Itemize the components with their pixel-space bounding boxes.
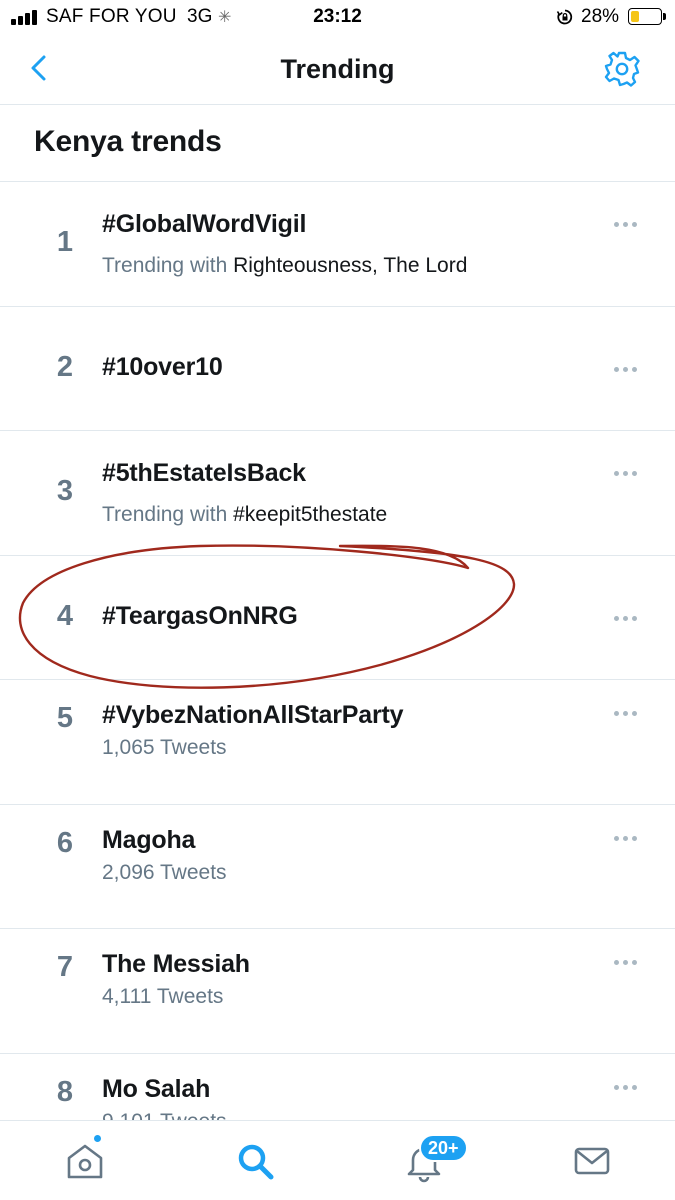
trend-list: 1 #GlobalWordVigil Trending with Righteo… [0, 182, 675, 1178]
more-options-icon[interactable] [612, 952, 642, 972]
more-options-icon[interactable] [612, 214, 642, 234]
page-title: Trending [280, 54, 395, 84]
gear-icon[interactable] [603, 50, 641, 88]
unread-indicator-dot [92, 1133, 103, 1144]
trend-context-value: Righteousness, The Lord [233, 254, 468, 277]
trend-name: #GlobalWordVigil [102, 210, 307, 238]
battery-icon [628, 8, 662, 25]
section-title: Kenya trends [34, 125, 222, 158]
trend-rank: 2 [56, 350, 74, 383]
trend-name: The Messiah [102, 950, 250, 978]
trend-row-5[interactable]: 5 #VybezNationAllStarParty 1,065 Tweets [0, 680, 675, 805]
more-options-icon[interactable] [612, 608, 642, 628]
search-icon[interactable] [233, 1139, 277, 1183]
battery-level-fill [631, 11, 639, 22]
trend-rank: 6 [56, 826, 74, 859]
trend-name: #TeargasOnNRG [102, 601, 298, 630]
notification-count-badge: 20+ [419, 1134, 468, 1162]
tweet-count: 2,096 Tweets [102, 860, 227, 884]
battery-cap [663, 13, 666, 20]
trend-row-3[interactable]: 3 #5thEstateIsBack Trending with #keepit… [0, 431, 675, 556]
trend-context: Trending with Righteousness, The Lord [102, 254, 467, 278]
bottom-tab-bar [0, 1120, 675, 1200]
trend-row-1[interactable]: 1 #GlobalWordVigil Trending with Righteo… [0, 182, 675, 307]
more-options-icon[interactable] [612, 1077, 642, 1097]
trend-rank: 8 [56, 1075, 74, 1108]
more-options-icon[interactable] [612, 828, 642, 848]
more-options-icon[interactable] [612, 359, 642, 379]
tweet-count: 1,065 Tweets [102, 736, 227, 759]
trend-name: Mo Salah [102, 1074, 211, 1103]
trend-context: Trending with #keepit5thestate [102, 503, 387, 527]
trend-rank: 5 [56, 702, 74, 734]
trend-name: #VybezNationAllStarParty [102, 701, 404, 729]
trend-rank: 3 [56, 475, 74, 507]
mail-icon[interactable] [570, 1139, 614, 1183]
home-icon[interactable] [63, 1139, 107, 1183]
trend-rank: 7 [56, 951, 74, 983]
trend-context-value: #keepit5thestate [233, 503, 388, 526]
trend-name: Magoha [102, 825, 196, 854]
status-bar: SAF FOR YOU 3G ✳ 23:12 28% [0, 0, 675, 34]
trend-context-label: Trending with [102, 254, 234, 277]
trend-name: #5thEstateIsBack [102, 459, 306, 487]
orientation-lock-icon [556, 9, 573, 25]
tweet-count: 4,111 Tweets [102, 985, 224, 1008]
trend-rank: 4 [56, 599, 74, 632]
trend-row-4[interactable]: 4 #TeargasOnNRG [0, 556, 675, 680]
trend-row-2[interactable]: 2 #10over10 [0, 307, 675, 431]
trend-name: #10over10 [102, 352, 223, 381]
battery-percent: 28% [581, 6, 620, 27]
trend-rank: 1 [56, 226, 74, 258]
more-options-icon[interactable] [612, 463, 642, 483]
navigation-header: Trending [0, 34, 675, 105]
more-options-icon[interactable] [612, 703, 642, 723]
trend-row-7[interactable]: 7 The Messiah 4,111 Tweets [0, 929, 675, 1054]
trend-context-label: Trending with [102, 503, 234, 526]
trend-row-6[interactable]: 6 Magoha 2,096 Tweets [0, 805, 675, 929]
